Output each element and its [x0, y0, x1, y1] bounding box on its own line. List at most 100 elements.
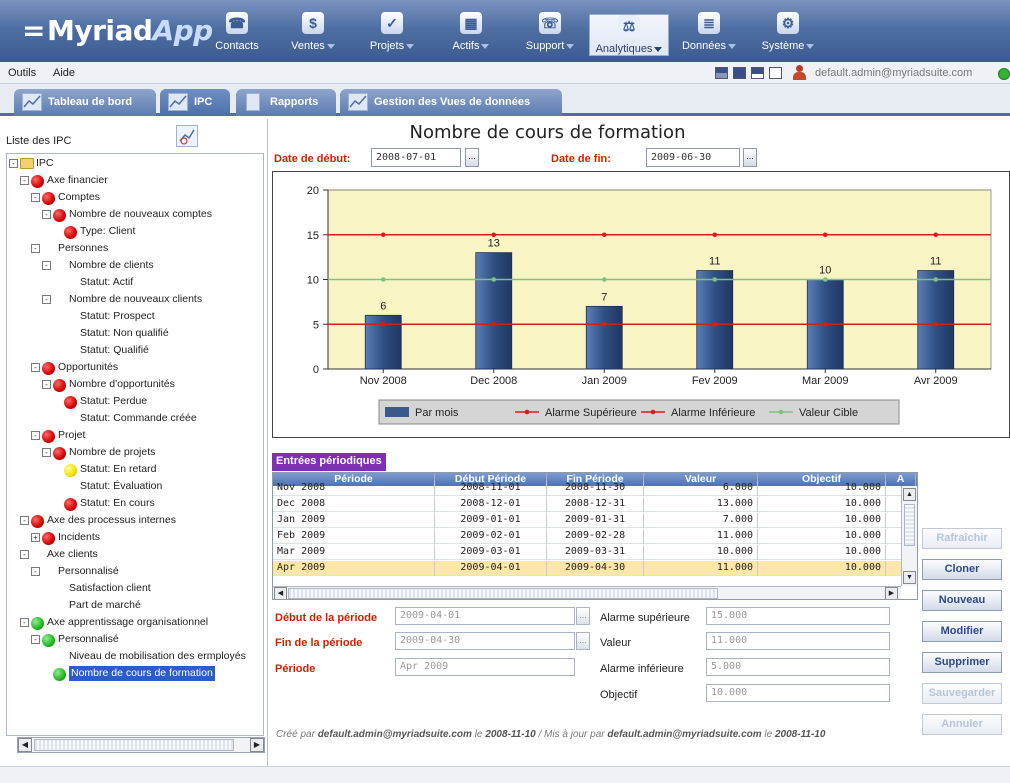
- layout-blank-icon[interactable]: [769, 67, 782, 79]
- scroll-up-icon[interactable]: ▲: [903, 488, 916, 501]
- save-button[interactable]: Sauvegarder: [922, 683, 1002, 704]
- table-row[interactable]: Mar 2009 2009-03-01 2009-03-31 10.000 10.000: [273, 545, 901, 560]
- collapse-icon[interactable]: -: [31, 431, 40, 440]
- tree-node-label: Statut: En retard: [80, 463, 157, 475]
- scroll-down-icon[interactable]: ▼: [903, 571, 916, 584]
- tab-reports[interactable]: Rapports: [236, 89, 336, 116]
- collapse-icon[interactable]: -: [20, 176, 29, 185]
- value-input[interactable]: 11.000: [706, 632, 890, 650]
- edit-button[interactable]: Modifier: [922, 621, 1002, 642]
- tree-node-label: Axe financier: [47, 174, 108, 186]
- table-row[interactable]: Jan 2009 2009-01-01 2009-01-31 7.000 10.000: [273, 513, 901, 528]
- collapse-icon[interactable]: -: [42, 448, 51, 457]
- tree-horizontal-scrollbar[interactable]: ◀ ▶: [17, 737, 265, 753]
- periodic-section-header: Entrées périodiques: [272, 453, 386, 471]
- layout-full-icon[interactable]: [733, 67, 746, 79]
- updated-on-label: le: [764, 729, 773, 740]
- period-end-input[interactable]: 2009-04-30: [395, 632, 575, 650]
- tree-node-label: IPC: [36, 157, 54, 169]
- tree-node-label: Axe apprentissage organisationnel: [47, 616, 209, 628]
- scroll-left-icon[interactable]: ◀: [274, 587, 287, 599]
- app-logo[interactable]: =MyriadApp: [22, 14, 213, 47]
- tab-label: Tableau de bord: [48, 96, 133, 108]
- collapse-icon[interactable]: -: [20, 516, 29, 525]
- period-end-picker-button[interactable]: ...: [576, 632, 590, 650]
- scroll-thumb[interactable]: [34, 739, 234, 751]
- new-button[interactable]: Nouveau: [922, 590, 1002, 611]
- table-row[interactable]: Dec 2008 2008-12-01 2008-12-31 13.000 10.000: [273, 497, 901, 512]
- upper-alarm-input[interactable]: 15.000: [706, 607, 890, 625]
- nav-ventes[interactable]: $ Ventes: [273, 12, 353, 56]
- table-row[interactable]: Nov 2008 2008-11-01 2008-11-30 6.000 10.000: [273, 481, 901, 496]
- collapse-icon[interactable]: -: [31, 635, 40, 644]
- cell-end: 2008-11-30: [547, 481, 644, 496]
- series-point: [491, 277, 497, 282]
- grid-vertical-scrollbar[interactable]: ▲ ▼: [901, 486, 917, 586]
- grid-horizontal-scrollbar[interactable]: ◀ ▶: [273, 586, 901, 599]
- legend-label: Valeur Cible: [799, 407, 858, 419]
- collapse-icon[interactable]: -: [20, 618, 29, 627]
- collapse-icon[interactable]: -: [42, 380, 51, 389]
- collapse-icon[interactable]: -: [31, 244, 40, 253]
- nav-support[interactable]: ☏ Support: [510, 12, 590, 56]
- nav-actifs[interactable]: ▦ Actifs: [431, 12, 511, 56]
- layout-split-icon[interactable]: [715, 67, 728, 79]
- cancel-button[interactable]: Annuler: [922, 714, 1002, 735]
- bar-value-label: 7: [601, 291, 607, 303]
- status-yellow-icon: [64, 464, 77, 477]
- scroll-left-icon[interactable]: ◀: [18, 738, 32, 752]
- collapse-icon[interactable]: -: [31, 193, 40, 202]
- nav-systeme[interactable]: ⚙ Système: [748, 12, 828, 56]
- start-date-input[interactable]: 2008-07-01: [371, 148, 461, 167]
- x-tick-label: Jan 2009: [582, 375, 627, 387]
- target-input[interactable]: 10.000: [706, 684, 890, 702]
- start-date-picker-button[interactable]: ...: [465, 148, 479, 167]
- tab-dashboard[interactable]: Tableau de bord: [14, 89, 156, 116]
- chevron-down-icon: [654, 46, 663, 52]
- scroll-right-icon[interactable]: ▶: [250, 738, 264, 752]
- cell-period: Feb 2009: [273, 529, 435, 544]
- delete-button[interactable]: Supprimer: [922, 652, 1002, 673]
- collapse-icon[interactable]: -: [42, 261, 51, 270]
- nav-donnees[interactable]: ≣ Données: [669, 12, 749, 56]
- period-start-picker-button[interactable]: ...: [576, 607, 590, 625]
- table-row[interactable]: Apr 2009 2009-04-01 2009-04-30 11.000 10.000: [273, 561, 901, 576]
- refresh-chart-icon[interactable]: [176, 125, 198, 147]
- status-red-icon: [31, 515, 44, 528]
- collapse-icon[interactable]: -: [20, 550, 29, 559]
- collapse-icon[interactable]: -: [9, 159, 18, 168]
- nav-analytiques[interactable]: ⚖ Analytiques: [589, 14, 669, 56]
- layout-top-icon[interactable]: [751, 67, 764, 79]
- y-tick-label: 10: [307, 275, 319, 287]
- cell-start: 2009-01-01: [435, 513, 547, 528]
- period-input[interactable]: Apr 2009: [395, 658, 575, 676]
- menu-tools[interactable]: Outils: [8, 67, 36, 79]
- user-email[interactable]: default.admin@myriadsuite.com: [815, 67, 972, 79]
- collapse-icon[interactable]: -: [31, 363, 40, 372]
- collapse-icon[interactable]: -: [42, 295, 51, 304]
- cell-start: 2008-11-01: [435, 481, 547, 496]
- scroll-right-icon[interactable]: ▶: [885, 587, 898, 599]
- scroll-thumb[interactable]: [288, 588, 718, 599]
- scroll-thumb[interactable]: [904, 504, 915, 546]
- chart-bar: [696, 270, 734, 370]
- ipc-tree[interactable]: - IPC - Axe financier - Comptes - Nombre de nou…: [6, 153, 264, 736]
- collapse-icon[interactable]: -: [42, 210, 51, 219]
- lower-alarm-input[interactable]: 5.000: [706, 658, 890, 676]
- series-point: [933, 321, 939, 327]
- nav-contacts[interactable]: ☎ Contacts: [197, 12, 277, 56]
- nav-projets[interactable]: ✓ Projets: [352, 12, 432, 56]
- collapse-icon[interactable]: -: [31, 567, 40, 576]
- tab-data-views[interactable]: Gestion des Vues de données: [340, 89, 562, 116]
- clone-button[interactable]: Cloner: [922, 559, 1002, 580]
- period-start-input[interactable]: 2009-04-01: [395, 607, 575, 625]
- user-icon: [792, 65, 806, 80]
- menu-help[interactable]: Aide: [53, 67, 75, 79]
- tab-ipc[interactable]: IPC: [160, 89, 230, 116]
- cell-period: Mar 2009: [273, 545, 435, 560]
- expand-icon[interactable]: +: [31, 533, 40, 542]
- end-date-picker-button[interactable]: ...: [743, 148, 757, 167]
- end-date-input[interactable]: 2009-06-30: [646, 148, 740, 167]
- table-row[interactable]: Feb 2009 2009-02-01 2009-02-28 11.000 10.000: [273, 529, 901, 544]
- refresh-button[interactable]: Rafraîchir: [922, 528, 1002, 549]
